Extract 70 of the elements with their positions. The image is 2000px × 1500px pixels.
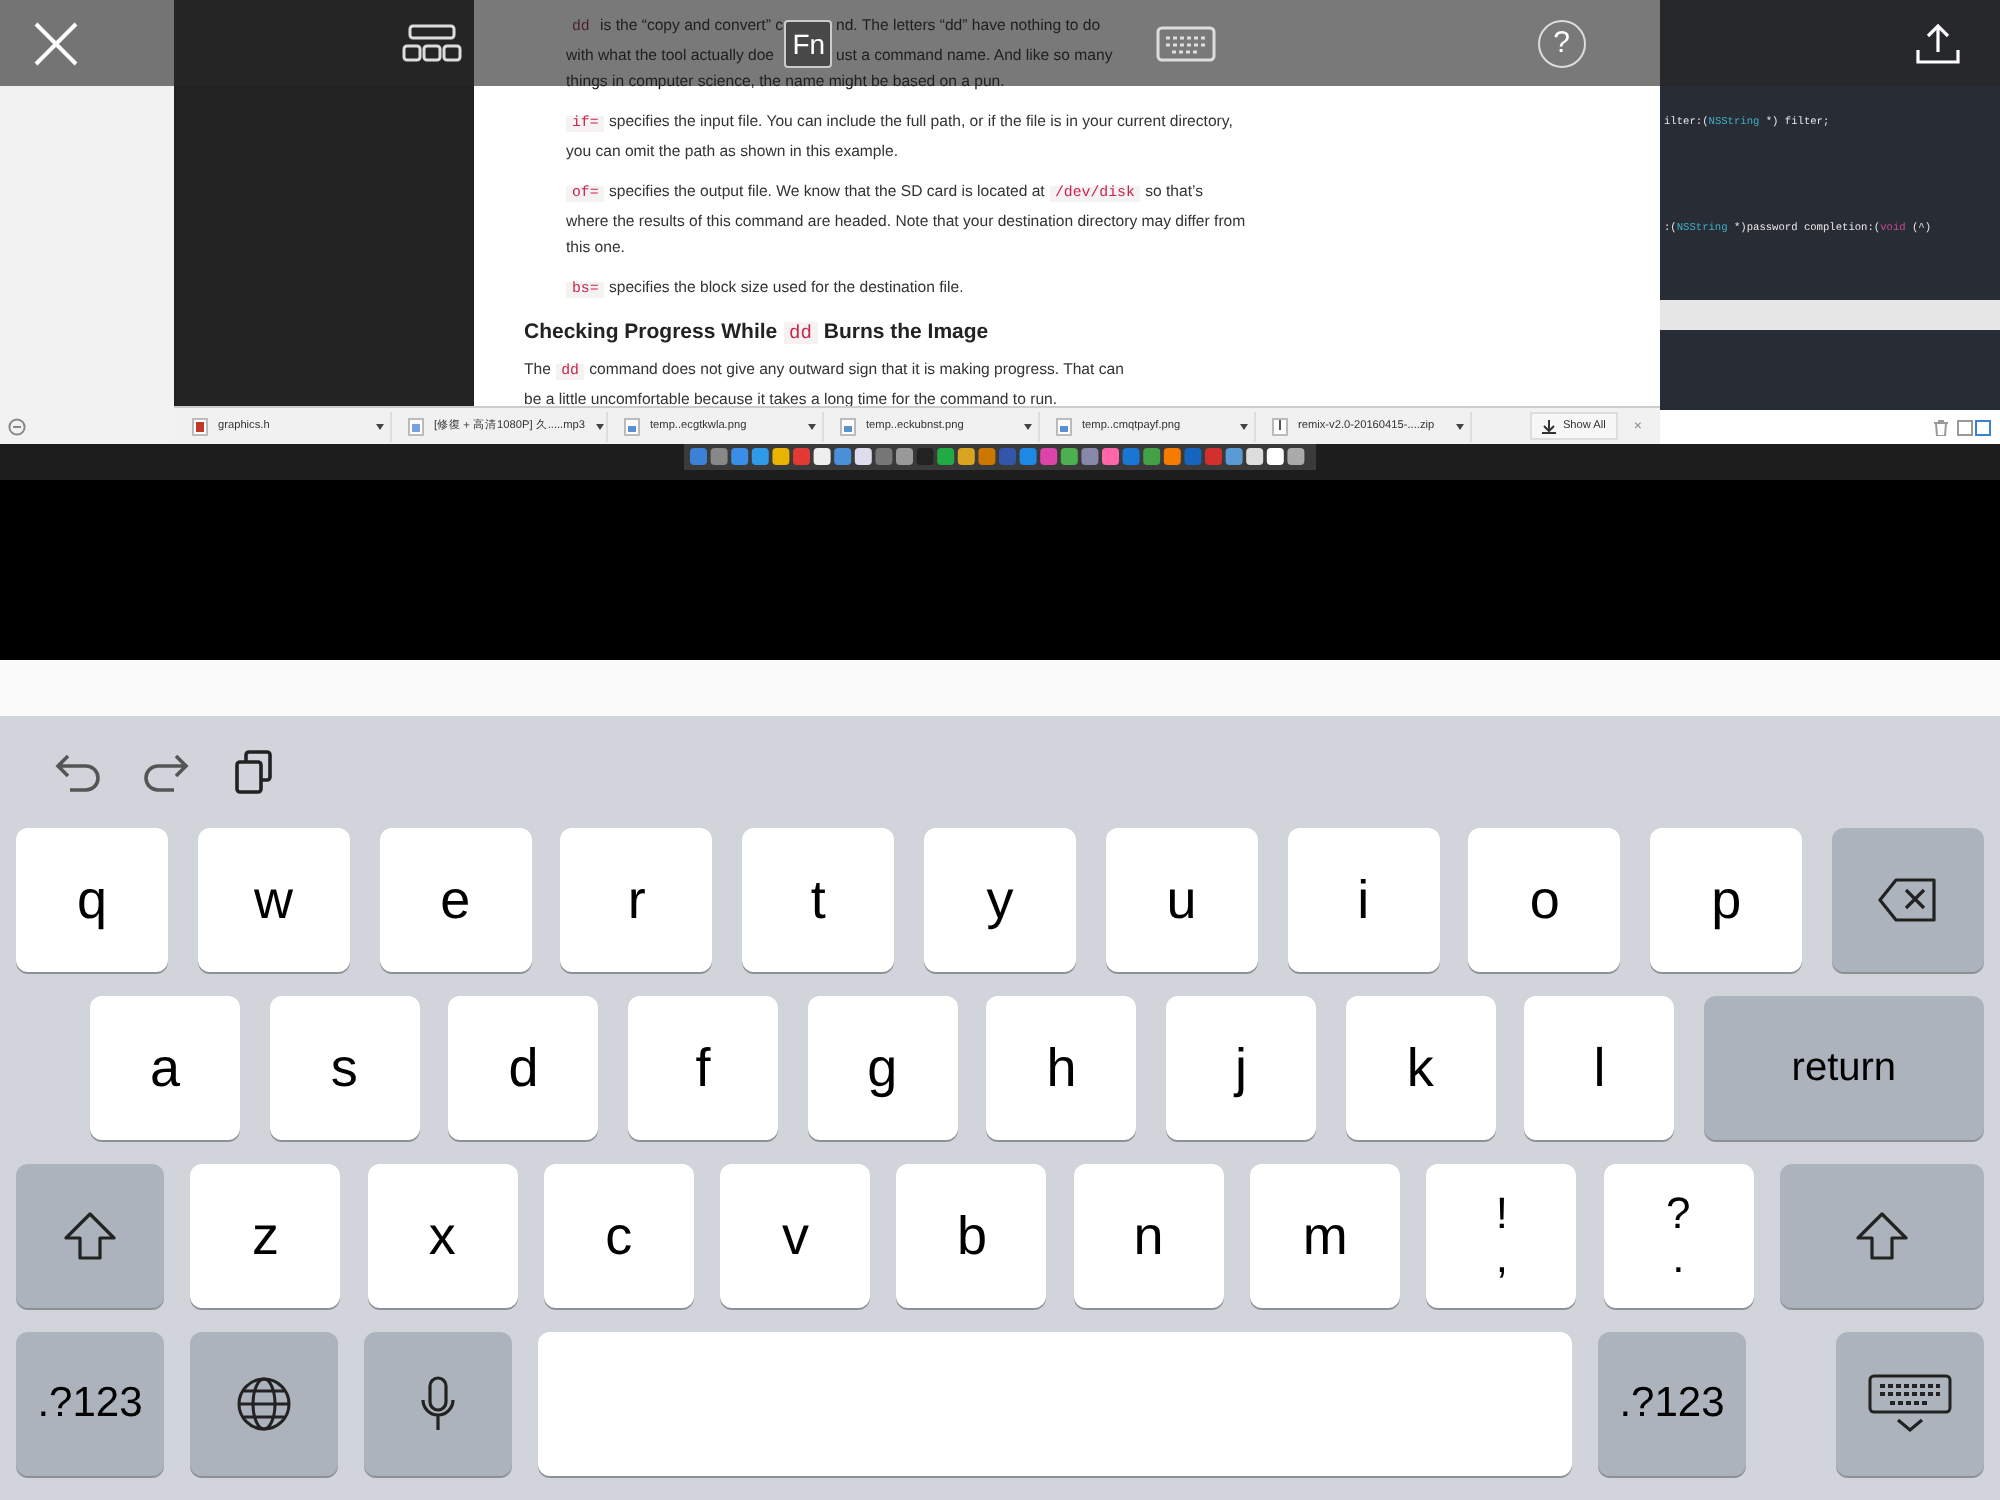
letter-key[interactable]: q xyxy=(16,828,168,972)
return-key[interactable]: return xyxy=(1703,996,1984,1140)
microphone-key[interactable] xyxy=(364,1332,512,1476)
caret-icon[interactable] xyxy=(1456,423,1464,429)
numbers-key[interactable]: .?123 xyxy=(1598,1332,1746,1476)
trash-icon[interactable] xyxy=(1934,419,1948,435)
fn-key-button[interactable]: Fn xyxy=(784,19,833,67)
letter-key[interactable]: c xyxy=(543,1164,694,1308)
letter-key[interactable]: x xyxy=(367,1164,518,1308)
letter-key[interactable]: s xyxy=(269,996,420,1140)
paste-icon xyxy=(234,750,274,794)
file-icon xyxy=(840,417,856,435)
caret-icon[interactable] xyxy=(1024,423,1032,429)
layout-icon xyxy=(402,23,463,63)
letter-key[interactable]: o xyxy=(1468,828,1621,972)
letter-key[interactable]: f xyxy=(627,996,778,1140)
letter-key[interactable]: u xyxy=(1105,828,1258,972)
letter-key[interactable]: p xyxy=(1650,828,1803,972)
close-icon xyxy=(32,19,80,67)
letter-key[interactable]: z xyxy=(190,1164,341,1308)
letter-key[interactable]: a xyxy=(90,996,240,1140)
file-icon xyxy=(624,417,640,435)
undo-icon xyxy=(54,752,102,792)
shift-icon xyxy=(1855,1212,1908,1260)
letter-key[interactable]: n xyxy=(1073,1164,1224,1308)
backspace-icon xyxy=(1877,878,1938,922)
circle-icon[interactable] xyxy=(8,418,26,436)
caret-icon[interactable] xyxy=(808,423,816,429)
punctuation-key[interactable]: ? . xyxy=(1603,1164,1754,1308)
letter-key[interactable]: g xyxy=(807,996,958,1140)
letter-key[interactable]: j xyxy=(1165,996,1316,1140)
file-icon xyxy=(408,417,424,435)
globe-key[interactable] xyxy=(190,1332,338,1476)
letter-key[interactable]: y xyxy=(923,828,1076,972)
hide-keyboard-key[interactable] xyxy=(1836,1332,1984,1476)
letter-key[interactable]: t xyxy=(742,828,895,972)
keyboard-icon xyxy=(1155,25,1216,61)
text-input-strip[interactable] xyxy=(0,660,2000,716)
download-icon xyxy=(1542,419,1557,433)
caret-icon[interactable] xyxy=(376,423,384,429)
file-icon xyxy=(1272,417,1288,435)
shift-key[interactable] xyxy=(16,1164,164,1308)
file-icon xyxy=(1056,417,1072,435)
dock-drawing[interactable] xyxy=(684,444,1316,470)
letter-key[interactable]: i xyxy=(1287,828,1440,972)
letter-key[interactable]: w xyxy=(197,828,350,972)
punctuation-key[interactable]: ! , xyxy=(1426,1164,1577,1308)
file-icon xyxy=(192,417,208,435)
keyboard-hide-icon xyxy=(1868,1374,1952,1434)
shift-icon xyxy=(64,1212,116,1260)
caret-icon[interactable] xyxy=(1240,423,1248,429)
letter-key[interactable]: l xyxy=(1524,996,1675,1140)
backspace-key[interactable] xyxy=(1831,828,1984,972)
redo-icon xyxy=(142,752,190,792)
letter-key[interactable]: e xyxy=(379,828,532,972)
letter-key[interactable]: k xyxy=(1345,996,1496,1140)
letter-key[interactable]: r xyxy=(560,828,713,972)
letter-key[interactable]: h xyxy=(986,996,1137,1140)
help-button[interactable]: ? xyxy=(1537,19,1586,67)
numbers-key[interactable]: .?123 xyxy=(16,1332,164,1476)
panel-toggle-icon[interactable] xyxy=(1956,419,1992,435)
globe-icon xyxy=(236,1376,292,1432)
upload-icon xyxy=(1915,21,1960,65)
caret-icon[interactable] xyxy=(595,423,603,429)
letter-key[interactable]: b xyxy=(896,1164,1047,1308)
letter-key[interactable]: d xyxy=(448,996,599,1140)
microphone-icon xyxy=(420,1376,456,1432)
letter-key[interactable]: m xyxy=(1250,1164,1401,1308)
letter-key[interactable]: v xyxy=(720,1164,871,1308)
section-heading: Checking Progress While dd Burns the Image xyxy=(524,318,991,348)
